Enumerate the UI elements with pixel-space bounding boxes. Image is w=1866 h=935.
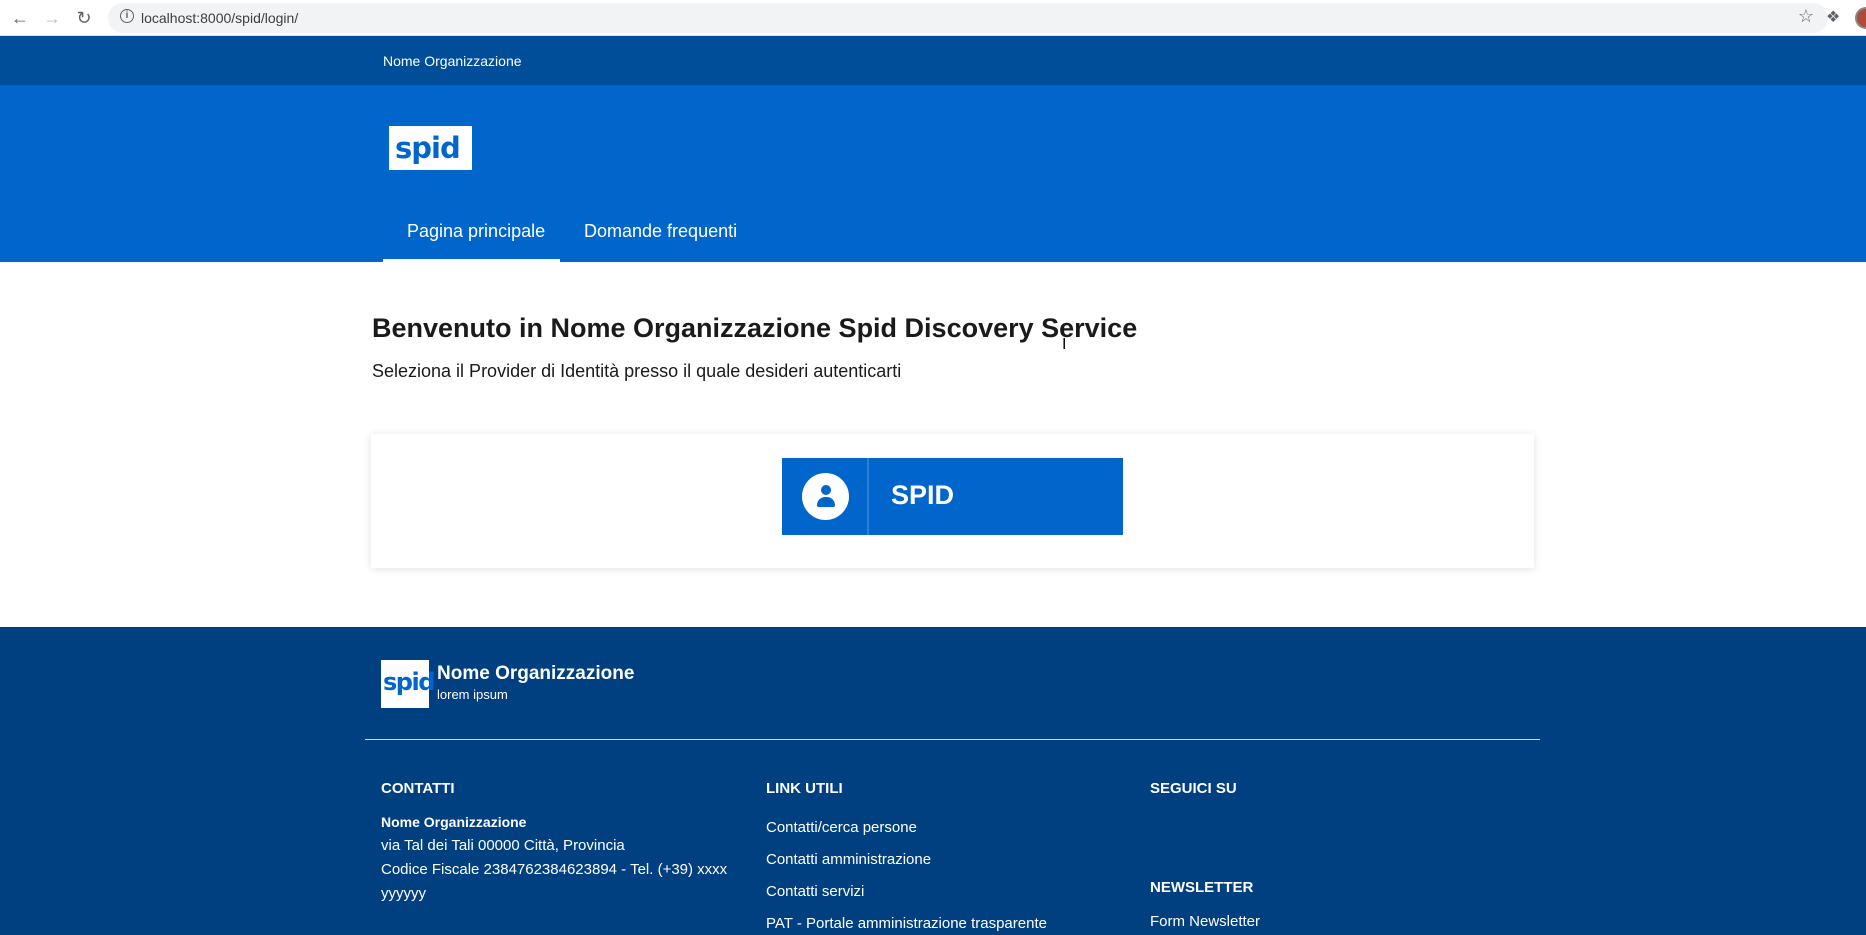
contacts-fiscal: Codice Fiscale 2384762384623894 - Tel. (… (381, 861, 728, 878)
site-info-icon[interactable]: i (120, 9, 134, 23)
link-contatti-servizi[interactable]: Contatti servizi (766, 883, 864, 900)
tab-faq-label: Domande frequenti (584, 221, 738, 241)
tab-home[interactable]: Pagina principale (383, 221, 560, 262)
org-name-link[interactable]: Nome Organizzazione (383, 53, 522, 69)
tab-faq[interactable]: Domande frequenti (560, 221, 750, 262)
text-cursor-icon: I (1062, 336, 1067, 353)
user-icon (802, 473, 849, 520)
newsletter-heading: NEWSLETTER (1150, 879, 1254, 896)
contacts-org: Nome Organizzazione (381, 814, 527, 830)
footer-org-subtitle: lorem ipsum (437, 687, 508, 702)
page-title: Benvenuto in Nome Organizzazione Spid Di… (372, 313, 1138, 343)
contacts-heading: CONTATTI (381, 780, 455, 797)
login-card: SPID (371, 434, 1534, 568)
useful-links-heading: LINK UTILI (766, 780, 843, 797)
footer: spid Nome Organizzazione lorem ipsum CON… (0, 627, 1866, 935)
footer-org-name: Nome Organizzazione (437, 663, 635, 684)
reload-icon[interactable]: ↻ (72, 6, 96, 30)
link-contatti-amministrazione[interactable]: Contatti amministrazione (766, 851, 931, 868)
forward-icon[interactable]: → (40, 6, 64, 30)
bookmark-star-icon[interactable]: ☆ (1798, 6, 1814, 27)
browser-toolbar: ← → ↻ i localhost:8000/spid/login/ ☆ ❖ (0, 0, 1866, 36)
main-header: spid Pagina principale Domande frequenti (0, 85, 1866, 262)
spid-button-icon-area (782, 458, 869, 535)
footer-spid-logo[interactable]: spid (381, 660, 435, 708)
spid-logo-text: spid (395, 131, 461, 165)
social-heading: SEGUICI SU (1150, 780, 1237, 797)
newsletter-form-link[interactable]: Form Newsletter (1150, 913, 1260, 930)
url-text: localhost:8000/spid/login/ (141, 10, 299, 26)
contacts-fiscal-cont: yyyyyy (381, 885, 426, 902)
link-pat-portale[interactable]: PAT - Portale amministrazione trasparent… (766, 915, 1047, 932)
extensions-icon[interactable]: ❖ (1826, 7, 1840, 27)
profile-avatar[interactable] (1855, 7, 1866, 29)
page-subtitle: Seleziona il Provider di Identità presso… (372, 361, 902, 381)
tab-home-label: Pagina principale (407, 221, 546, 241)
spid-login-button[interactable]: SPID (782, 458, 1123, 535)
link-contatti-persone[interactable]: Contatti/cerca persone (766, 819, 917, 836)
back-icon[interactable]: ← (8, 6, 32, 30)
address-bar[interactable]: i localhost:8000/spid/login/ ☆ (108, 3, 1828, 33)
contacts-address: via Tal dei Tali 00000 Città, Provincia (381, 837, 625, 854)
footer-divider (365, 739, 1540, 740)
spid-logo[interactable]: spid (389, 126, 472, 170)
footer-spid-logo-text: spid (383, 668, 435, 696)
slim-header: Nome Organizzazione (0, 36, 1866, 85)
spid-button-label: SPID (891, 480, 955, 510)
